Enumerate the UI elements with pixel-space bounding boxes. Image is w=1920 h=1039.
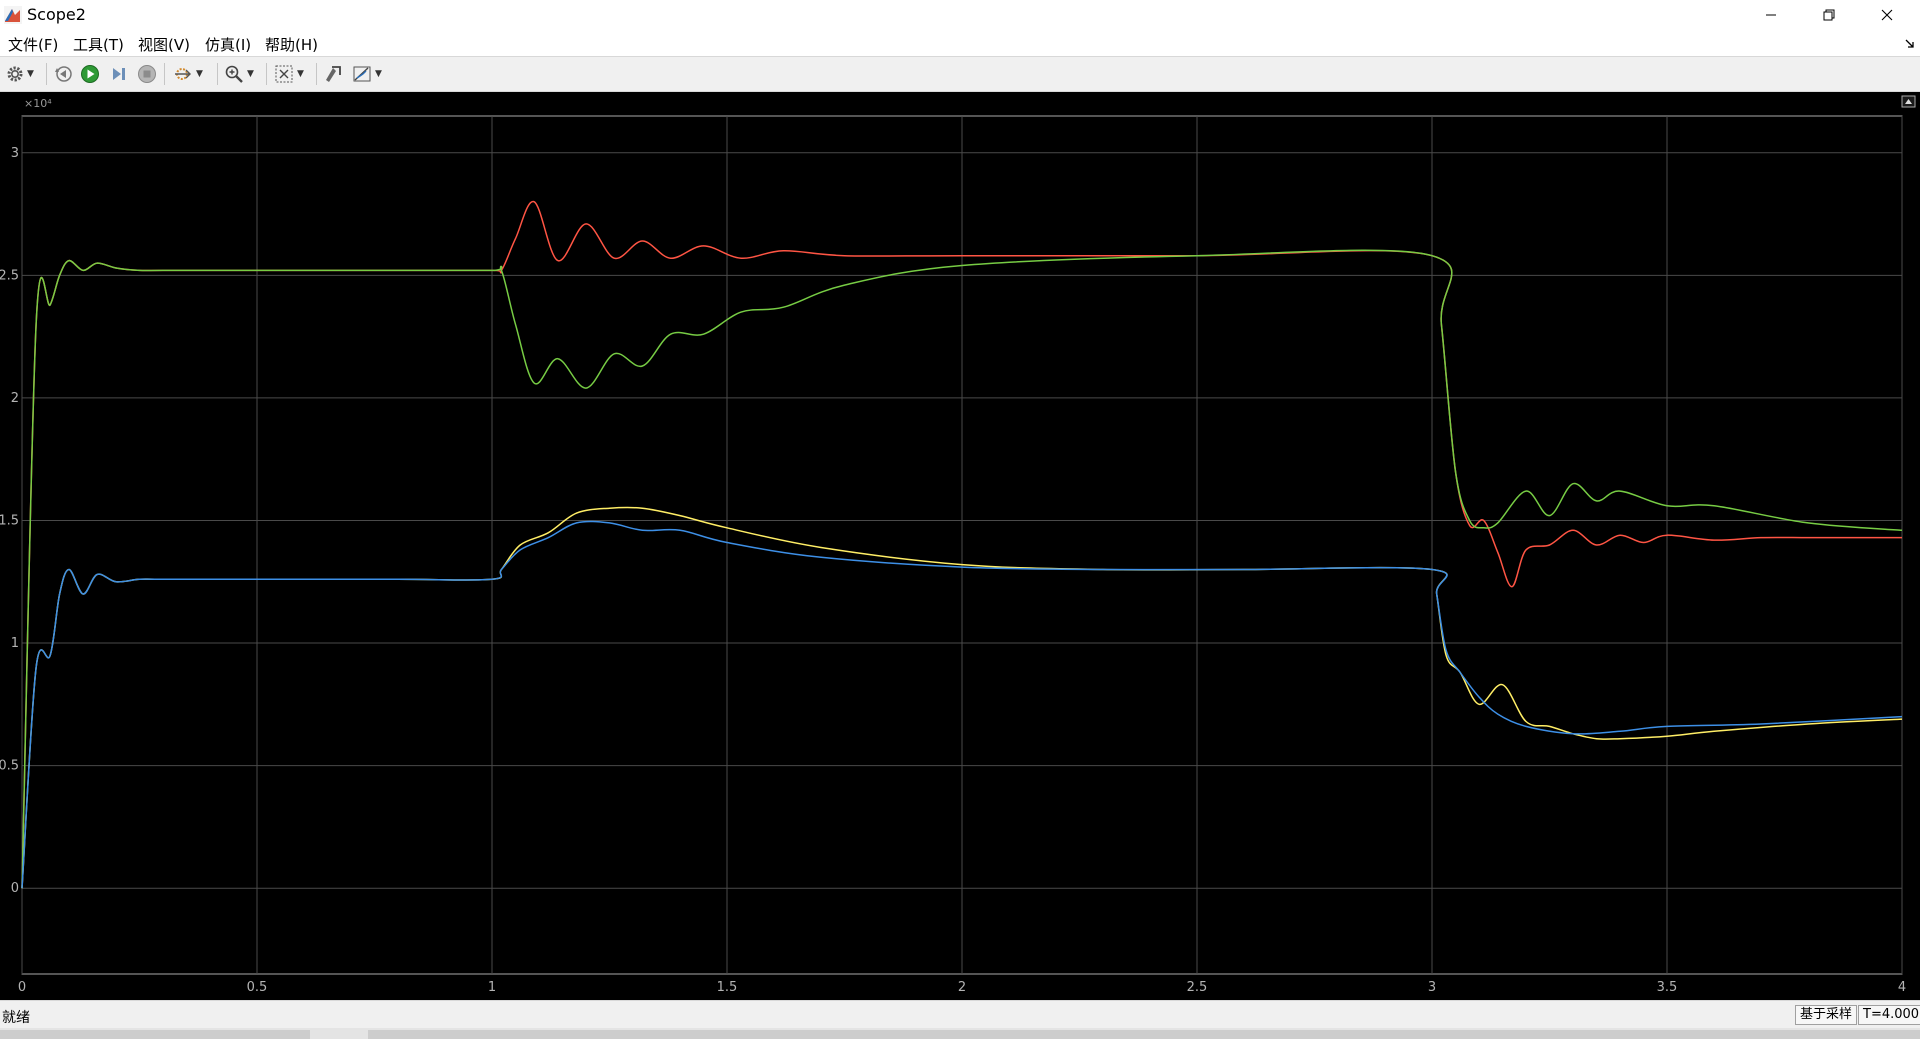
y-tick-label: 1 bbox=[11, 636, 19, 651]
x-tick-label: 1 bbox=[488, 980, 496, 995]
minimize-icon bbox=[1766, 14, 1776, 16]
scope-plot[interactable]: 0 0.5 1 1.5 2 2.5 3 3.5 4 0 0.5 1 1.5 2 2.5 3 ×10⁴ bbox=[0, 92, 1920, 1000]
x-tick-label: 3 bbox=[1428, 980, 1436, 995]
step-forward-button[interactable] bbox=[109, 63, 129, 85]
zoom-button[interactable]: ▼ bbox=[224, 63, 254, 85]
y-exponent-label: ×10⁴ bbox=[24, 97, 52, 110]
status-bar: 就绪 基于采样 T=4.000 bbox=[0, 1000, 1920, 1029]
run-icon bbox=[81, 65, 99, 83]
y-tick-label: 3 bbox=[11, 146, 19, 161]
toolbar-separator bbox=[266, 63, 267, 85]
toolbar-separator bbox=[46, 63, 47, 85]
x-tick-label: 0 bbox=[18, 980, 26, 995]
restore-icon bbox=[1823, 9, 1835, 21]
horizontal-scrollbar[interactable] bbox=[0, 1028, 1920, 1039]
chevron-down-icon: ▼ bbox=[27, 69, 34, 79]
menu-simulation[interactable]: 仿真(I) bbox=[205, 34, 251, 55]
toolbar: ▼ ▼ ▼ ▼ ▼ bbox=[0, 56, 1920, 92]
x-tick-label: 3.5 bbox=[1657, 980, 1678, 995]
highlight-block-button[interactable] bbox=[323, 63, 343, 85]
x-tick-label: 2 bbox=[958, 980, 966, 995]
x-tick-label: 0.5 bbox=[247, 980, 268, 995]
y-tick-label: 1.5 bbox=[0, 513, 19, 528]
dock-arrow-icon[interactable] bbox=[1904, 38, 1915, 49]
sample-mode-indicator: 基于采样 bbox=[1795, 1005, 1858, 1025]
cursor-measure-button[interactable]: ▼ bbox=[352, 63, 382, 85]
title-bar: Scope2 bbox=[0, 0, 1920, 30]
expand-axes-button[interactable] bbox=[1901, 95, 1916, 108]
signal-selector-button[interactable]: ▼ bbox=[173, 63, 203, 85]
signal-selector-icon bbox=[175, 68, 191, 80]
menu-file[interactable]: 文件(F) bbox=[8, 34, 58, 55]
minimize-button[interactable] bbox=[1742, 0, 1800, 30]
chevron-down-icon: ▼ bbox=[247, 69, 254, 79]
autoscale-icon bbox=[275, 65, 293, 83]
scope-display[interactable]: 0 0.5 1 1.5 2 2.5 3 3.5 4 0 0.5 1 1.5 2 2.5 3 ×10⁴ bbox=[0, 92, 1920, 1000]
highlight-icon bbox=[326, 66, 341, 82]
x-tick-label: 1.5 bbox=[717, 980, 738, 995]
autoscale-button[interactable]: ▼ bbox=[274, 63, 304, 85]
settings-button[interactable]: ▼ bbox=[6, 63, 34, 85]
gear-icon bbox=[7, 66, 23, 82]
rewind-icon bbox=[55, 66, 72, 82]
cursor-measure-icon bbox=[353, 66, 371, 82]
y-tick-label: 0 bbox=[11, 881, 19, 896]
menu-view[interactable]: 视图(V) bbox=[138, 34, 190, 55]
scrollbar-segment bbox=[0, 1030, 310, 1039]
toolbar-separator bbox=[316, 63, 317, 85]
restore-button[interactable] bbox=[1800, 0, 1858, 30]
status-ready: 就绪 bbox=[2, 1010, 30, 1026]
step-forward-icon bbox=[113, 68, 125, 80]
toolbar-separator bbox=[217, 63, 218, 85]
toolbar-separator bbox=[164, 63, 165, 85]
x-tick-label: 2.5 bbox=[1187, 980, 1208, 995]
x-tick-label: 4 bbox=[1898, 980, 1906, 995]
y-tick-label: 0.5 bbox=[0, 759, 19, 774]
y-tick-label: 2.5 bbox=[0, 268, 19, 283]
chevron-down-icon: ▼ bbox=[196, 69, 203, 79]
close-icon bbox=[1881, 9, 1893, 21]
stop-icon bbox=[138, 65, 156, 83]
run-button[interactable] bbox=[80, 63, 100, 85]
tick-labels: 0 0.5 1 1.5 2 2.5 3 3.5 4 0 0.5 1 1.5 2 2.5 3 bbox=[0, 146, 1906, 995]
grid-lines bbox=[21, 116, 1903, 974]
menu-help[interactable]: 帮助(H) bbox=[265, 34, 318, 55]
stop-button[interactable] bbox=[137, 63, 157, 85]
menu-tools[interactable]: 工具(T) bbox=[73, 34, 124, 55]
sim-time-indicator: T=4.000 bbox=[1858, 1005, 1920, 1025]
chevron-down-icon: ▼ bbox=[375, 69, 382, 79]
y-tick-label: 2 bbox=[11, 391, 19, 406]
menu-bar: 文件(F) 工具(T) 视图(V) 仿真(I) 帮助(H) bbox=[0, 30, 1920, 56]
scrollbar-segment bbox=[368, 1030, 1920, 1039]
close-button[interactable] bbox=[1858, 0, 1916, 30]
step-back-button[interactable] bbox=[54, 63, 74, 85]
zoom-icon bbox=[225, 65, 243, 83]
window-title: Scope2 bbox=[27, 5, 86, 24]
simulink-app-icon bbox=[4, 6, 22, 24]
chevron-down-icon: ▼ bbox=[297, 69, 304, 79]
